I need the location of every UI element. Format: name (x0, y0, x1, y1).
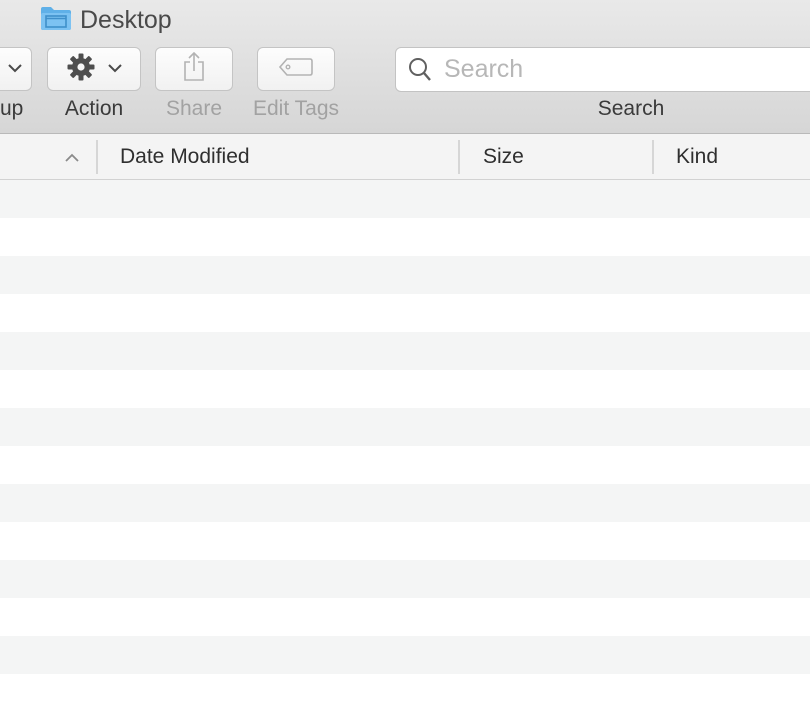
gear-icon (66, 52, 96, 87)
column-kind[interactable]: Kind (676, 145, 718, 169)
column-divider[interactable] (96, 140, 98, 174)
list-row (0, 560, 810, 598)
edit-tags-label: Edit Tags (253, 97, 339, 120)
folder-icon (40, 5, 72, 36)
list-row (0, 446, 810, 484)
list-row (0, 294, 810, 332)
list-row (0, 598, 810, 636)
action-button[interactable] (47, 47, 141, 91)
column-divider[interactable] (458, 140, 460, 174)
tag-icon (278, 56, 314, 83)
search-field[interactable] (395, 47, 810, 92)
edit-tags-button[interactable] (257, 47, 335, 91)
list-row (0, 484, 810, 522)
chevron-down-icon (8, 60, 22, 78)
sort-ascending-icon[interactable] (64, 150, 80, 168)
search-input[interactable] (444, 55, 804, 84)
search-label: Search (597, 97, 665, 120)
toolbar: Desktop up Action Share Edit Tags Search… (0, 0, 810, 134)
file-list (0, 180, 810, 674)
window-title-text: Desktop (80, 5, 172, 34)
list-row (0, 522, 810, 560)
group-label: up (0, 97, 24, 120)
column-size[interactable]: Size (483, 145, 524, 169)
list-row (0, 408, 810, 446)
list-row (0, 256, 810, 294)
column-divider[interactable] (652, 140, 654, 174)
share-icon (181, 51, 207, 88)
window-title: Desktop (40, 5, 172, 35)
list-row (0, 332, 810, 370)
chevron-down-icon (108, 60, 122, 78)
list-row (0, 370, 810, 408)
list-row (0, 218, 810, 256)
action-label: Action (64, 97, 124, 120)
search-icon (408, 57, 432, 83)
share-button[interactable] (155, 47, 233, 91)
list-row (0, 180, 810, 218)
column-header: Date Modified Size Kind (0, 134, 810, 180)
group-button[interactable] (0, 47, 32, 91)
column-date-modified[interactable]: Date Modified (120, 145, 250, 169)
list-row (0, 636, 810, 674)
share-label: Share (165, 97, 223, 120)
